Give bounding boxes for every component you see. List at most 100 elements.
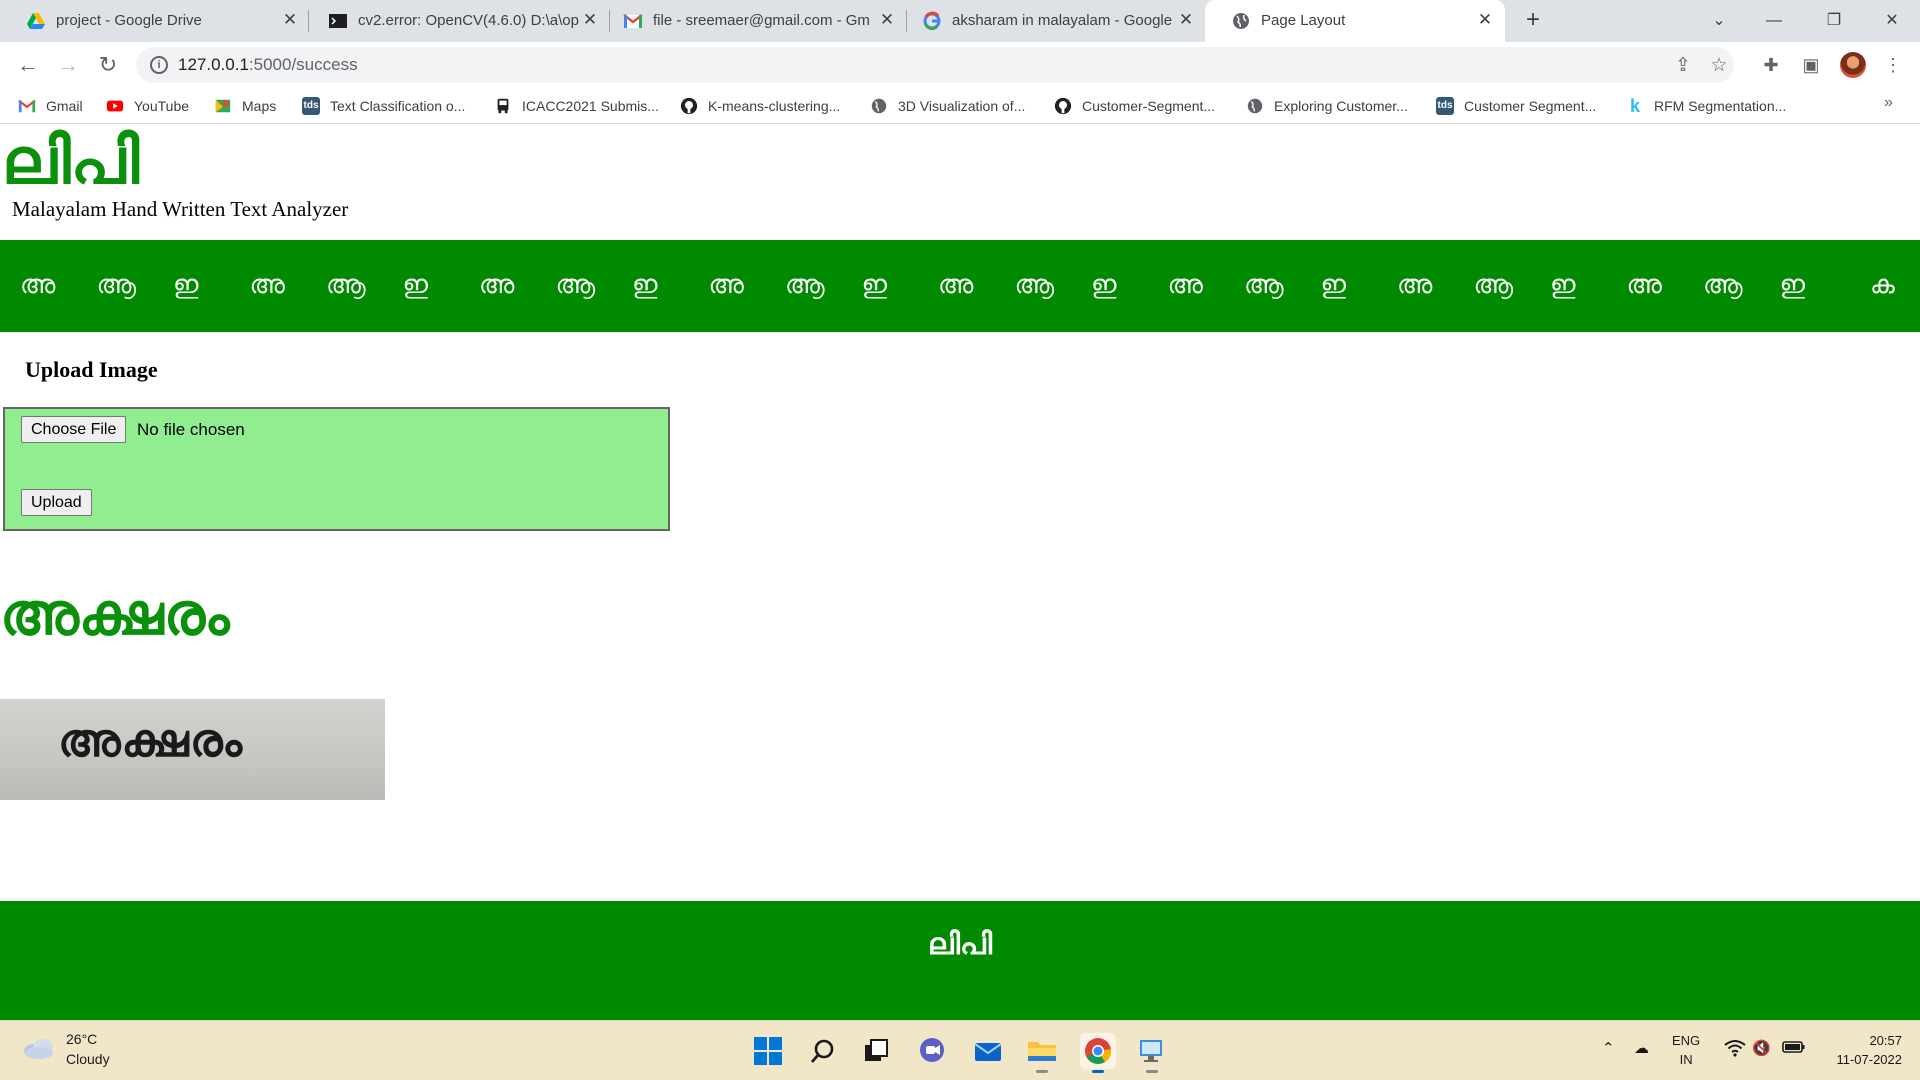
url-text[interactable]: 127.0.0.1:5000/success — [178, 55, 358, 75]
onedrive-icon[interactable]: ☁ — [1634, 1039, 1649, 1057]
letter-band-glyph: അ — [20, 270, 56, 300]
bookmark-kmeans[interactable]: K-means-clustering... — [680, 96, 840, 116]
google-drive-icon — [27, 13, 45, 29]
google-icon — [923, 11, 941, 31]
weather-condition[interactable]: Cloudy — [66, 1051, 110, 1067]
letter-band-glyph: ആ — [1014, 270, 1055, 300]
volume-muted-icon[interactable]: 🔇 — [1752, 1039, 1771, 1057]
bookmark-customer-segment-tds[interactable]: tds Customer Segment... — [1436, 96, 1596, 116]
bookmark-label: K-means-clustering... — [708, 98, 841, 114]
bookmark-gmail[interactable]: Gmail — [18, 96, 83, 116]
bookmark-label: RFM Segmentation... — [1654, 98, 1787, 114]
choose-file-button[interactable]: Choose File — [21, 416, 127, 443]
page-subtitle: Malayalam Hand Written Text Analyzer — [12, 197, 349, 221]
bookmark-label: Exploring Customer... — [1274, 98, 1408, 114]
battery-icon[interactable] — [1782, 1039, 1806, 1059]
bookmark-rfm-segmentation[interactable]: k RFM Segmentation... — [1626, 96, 1786, 116]
bookmark-icacc2021[interactable]: ICACC2021 Submis... — [494, 96, 659, 116]
remote-desktop-icon[interactable] — [1134, 1033, 1170, 1073]
letter-band-glyph: ക — [1870, 270, 1895, 300]
recognized-text: അക്ഷരം — [0, 580, 230, 648]
globe-icon — [1233, 13, 1249, 29]
close-window-icon[interactable]: ✕ — [1878, 8, 1906, 34]
chevron-up-icon[interactable]: ⌃ — [1602, 1039, 1615, 1057]
youtube-icon — [106, 100, 124, 112]
url-host: 127.0.0.1 — [178, 55, 249, 74]
close-icon[interactable]: ✕ — [877, 10, 897, 30]
cloud-icon[interactable] — [22, 1037, 56, 1059]
restore-icon[interactable]: ❐ — [1820, 8, 1848, 34]
upload-form: Choose File No file chosen Upload — [3, 407, 670, 531]
close-icon[interactable]: ✕ — [1176, 10, 1196, 30]
bookmark-text-classification[interactable]: tds Text Classification o... — [302, 96, 465, 116]
letter-band-glyph: ഇ — [402, 270, 429, 300]
bookmark-3d-visualization[interactable]: 3D Visualization of... — [870, 96, 1025, 116]
file-explorer-icon[interactable] — [1024, 1033, 1060, 1073]
letter-band-glyph: ആ — [96, 270, 137, 300]
chrome-icon[interactable] — [1080, 1033, 1116, 1073]
bookmark-maps[interactable]: Maps — [214, 96, 276, 116]
file-status: No file chosen — [137, 420, 245, 439]
chevron-right-icon[interactable]: » — [1884, 94, 1893, 112]
globe-icon — [871, 98, 887, 114]
tab-title: aksharam in malayalam - Google — [952, 12, 1172, 29]
windows-taskbar: 26°C Cloudy ⌃ ☁ ENG IN 🔇 20:57 11-07-202… — [0, 1020, 1920, 1080]
page-viewport: ലിപി Malayalam Hand Written Text Analyze… — [0, 125, 1920, 1020]
letter-band-glyph: ആ — [1244, 270, 1284, 300]
weather-temperature[interactable]: 26°C — [66, 1031, 97, 1047]
upload-button[interactable]: Upload — [21, 489, 92, 516]
tab-search-icon[interactable]: ⌄ — [1705, 8, 1733, 34]
close-icon[interactable]: ✕ — [280, 10, 300, 30]
tab-page-layout[interactable]: Page Layout ✕ — [1205, 0, 1505, 42]
bookmark-exploring-customer[interactable]: Exploring Customer... — [1246, 96, 1408, 116]
site-info-icon[interactable]: i — [150, 56, 168, 74]
forward-icon[interactable]: → — [54, 51, 82, 79]
tds-icon: tds — [302, 97, 320, 115]
bookmarks-bar: Gmail YouTube Maps tds Text Classificati… — [0, 88, 1920, 124]
tab-gmail[interactable]: file - sreemaer@gmail.com - Gm ✕ — [597, 0, 905, 42]
language-indicator[interactable]: ENG IN — [1672, 1031, 1700, 1069]
url-path: :5000/success — [248, 55, 358, 74]
mail-icon[interactable] — [970, 1033, 1006, 1069]
avatar[interactable] — [1840, 52, 1866, 78]
letter-band-glyph: അ — [938, 270, 974, 300]
bookmark-youtube[interactable]: YouTube — [106, 96, 189, 116]
tab-google-search[interactable]: aksharam in malayalam - Google ✕ — [896, 0, 1204, 42]
reload-icon[interactable]: ↻ — [94, 51, 122, 79]
back-icon[interactable]: ← — [14, 51, 42, 79]
globe-icon — [1247, 98, 1263, 114]
page-logo: ലിപി — [2, 125, 140, 199]
bookmark-customer-segment-github[interactable]: Customer-Segment... — [1054, 96, 1215, 116]
bus-icon — [497, 98, 509, 114]
share-icon[interactable]: ⇪ — [1672, 55, 1694, 77]
tab-strip: project - Google Drive ✕ cv2.error: Open… — [0, 0, 1920, 42]
bookmark-label: YouTube — [134, 98, 190, 114]
chat-icon[interactable] — [914, 1033, 950, 1069]
extensions-icon[interactable]: ✚ — [1758, 52, 1784, 78]
tab-title: file - sreemaer@gmail.com - Gm — [653, 12, 870, 29]
terminal-icon — [329, 14, 347, 28]
browser-toolbar: ← → ↻ i 127.0.0.1:5000/success ⇪ ☆ ✚ ▣ ⋮ — [0, 42, 1920, 88]
task-view-icon[interactable] — [858, 1033, 894, 1069]
letter-band-glyph: അ — [708, 270, 744, 300]
gmail-icon — [18, 99, 36, 113]
side-panel-icon[interactable]: ▣ — [1798, 52, 1824, 78]
start-icon[interactable] — [750, 1033, 786, 1069]
address-bar[interactable]: i 127.0.0.1:5000/success ⇪ ☆ — [136, 47, 1734, 83]
search-icon[interactable] — [805, 1033, 841, 1069]
footer-logo: ലിപി — [927, 927, 993, 962]
minimize-icon[interactable]: — — [1760, 8, 1788, 34]
bookmark-label: Maps — [242, 98, 277, 114]
tab-opencv-error[interactable]: cv2.error: OpenCV(4.6.0) D:\a\op ✕ — [302, 0, 610, 42]
star-icon[interactable]: ☆ — [1708, 55, 1730, 77]
close-icon[interactable]: ✕ — [1475, 10, 1495, 30]
language-region: IN — [1679, 1052, 1693, 1067]
bookmark-label: Gmail — [46, 98, 83, 114]
tab-title: project - Google Drive — [56, 12, 202, 29]
wifi-icon[interactable] — [1724, 1039, 1746, 1061]
tab-google-drive[interactable]: project - Google Drive ✕ — [0, 0, 308, 42]
menu-icon[interactable]: ⋮ — [1880, 52, 1906, 78]
new-tab-button[interactable]: + — [1520, 8, 1546, 34]
kaggle-icon: k — [1629, 96, 1640, 116]
system-clock[interactable]: 20:57 11-07-2022 — [1822, 1031, 1902, 1069]
